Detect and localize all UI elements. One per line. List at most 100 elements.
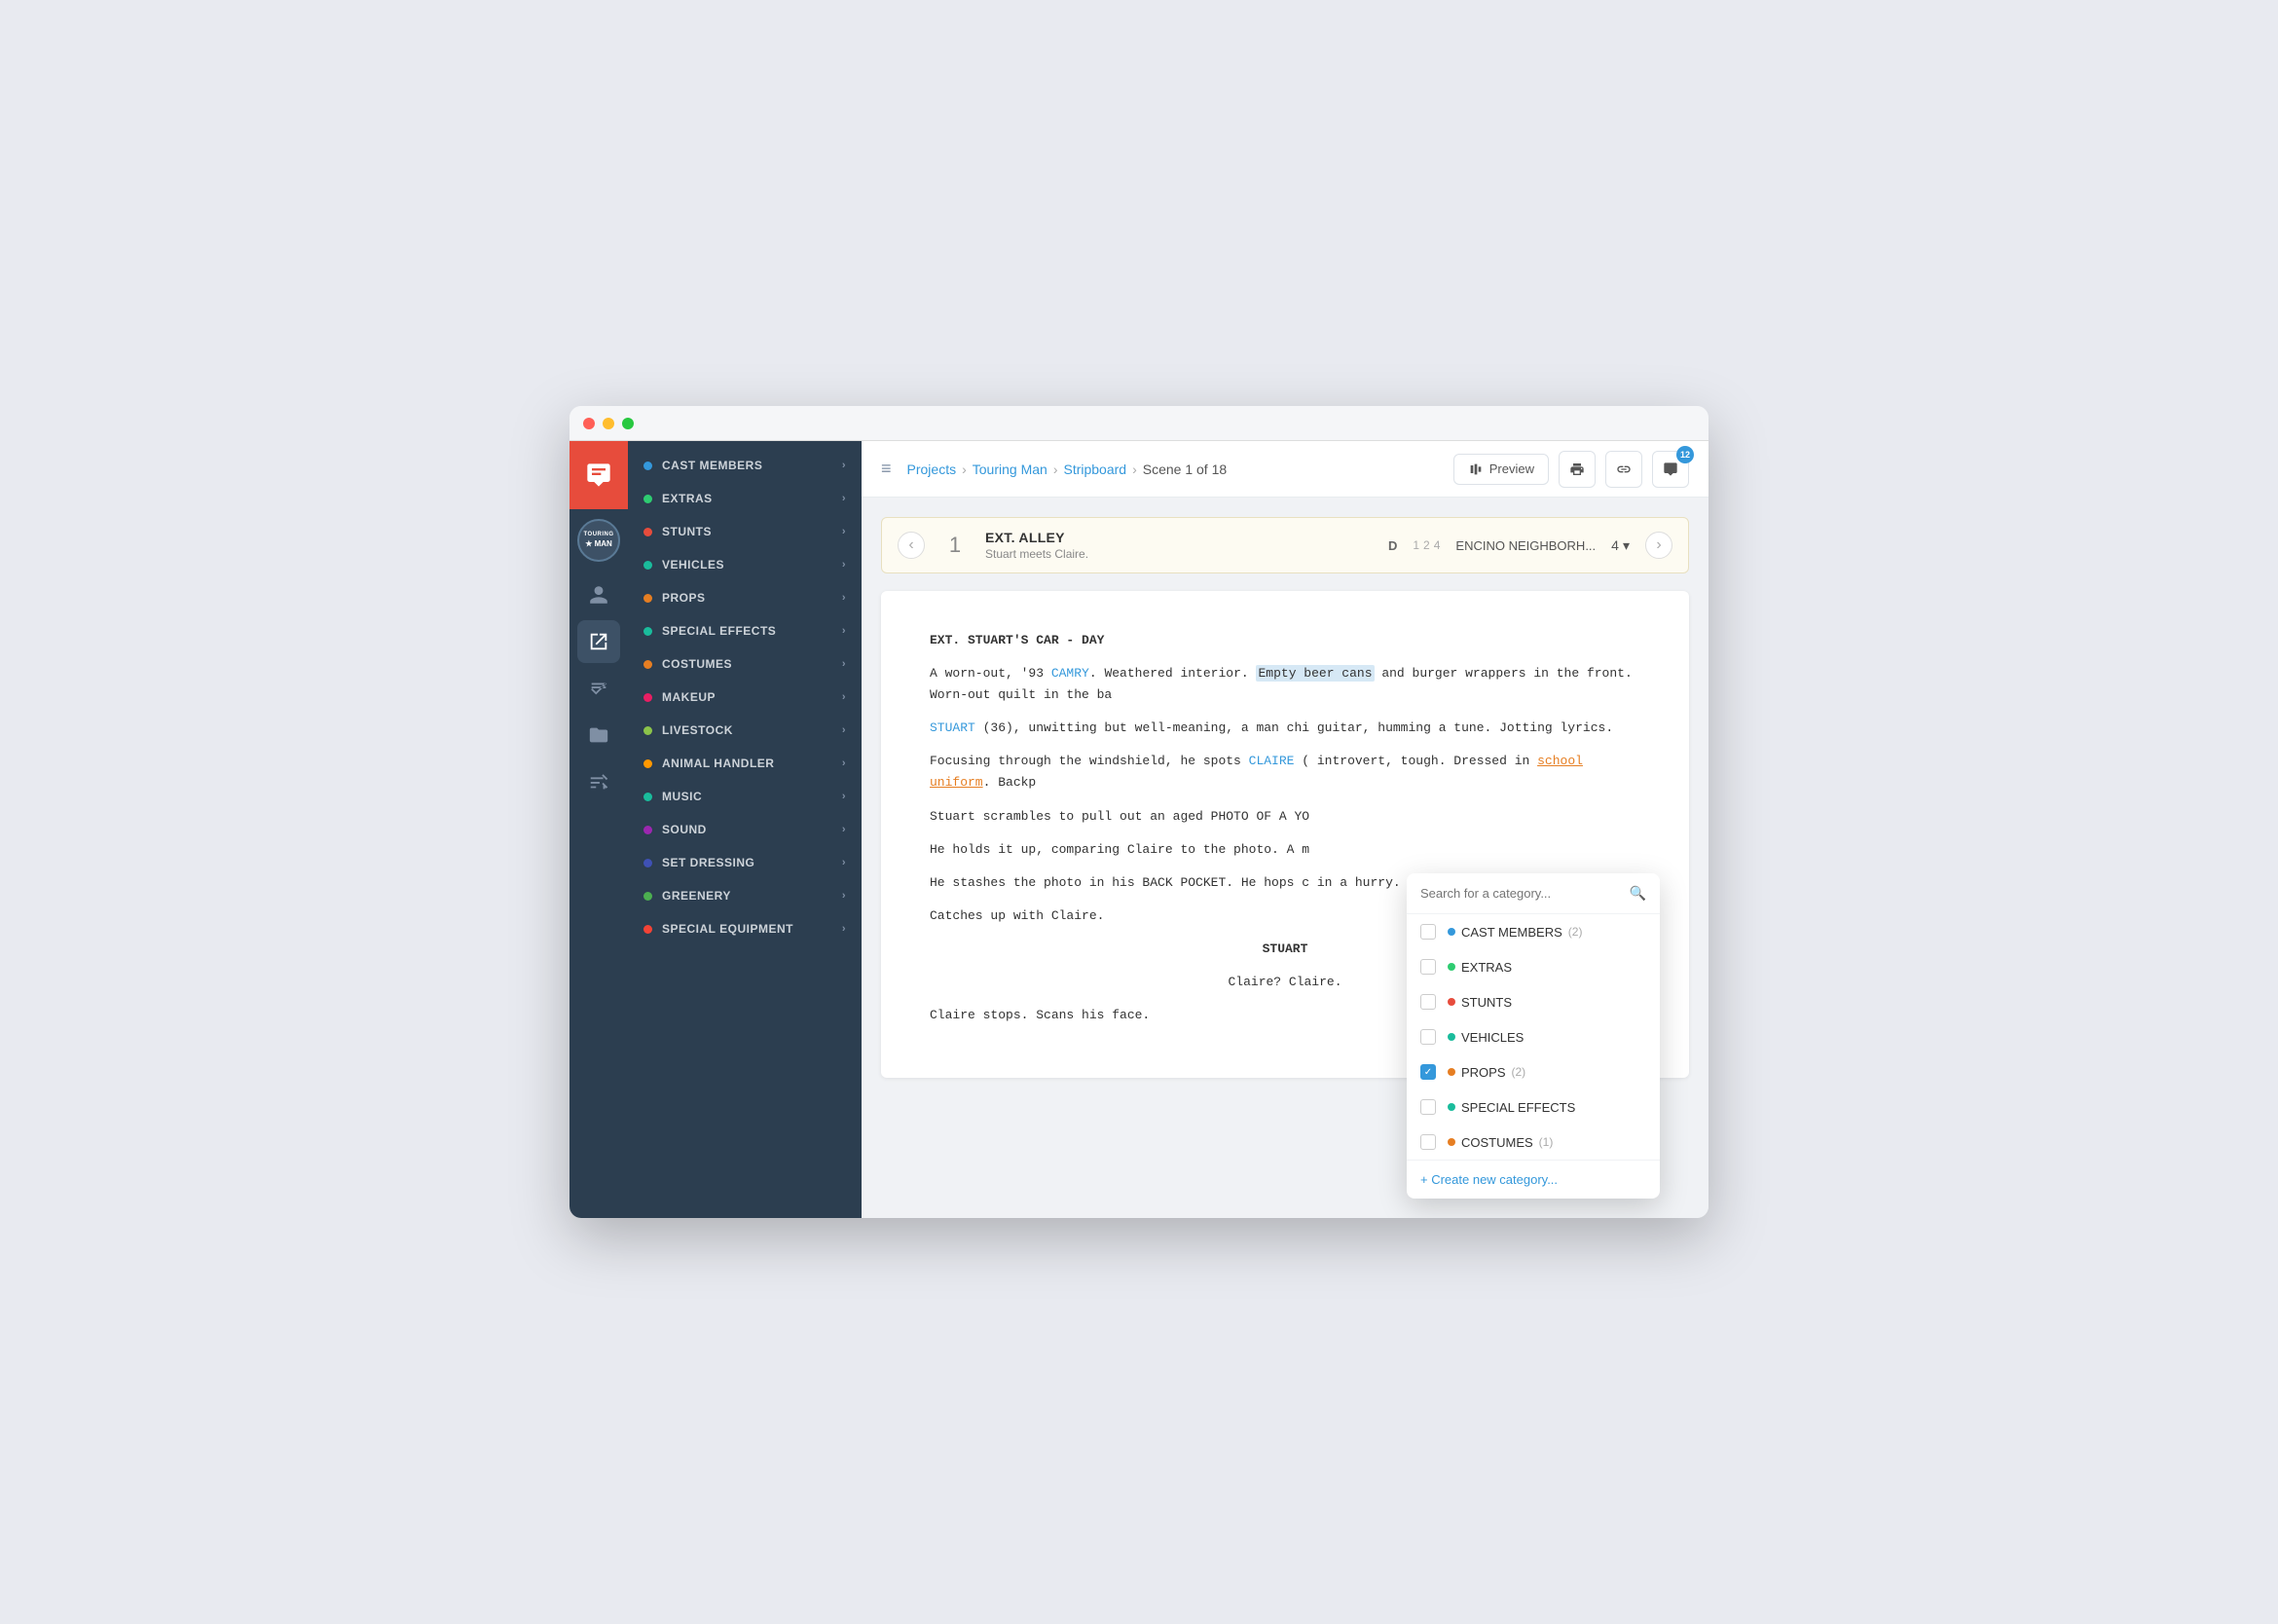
dropdown-item-props[interactable]: PROPS (2)	[1407, 1054, 1660, 1089]
stunts-label: STUNTS	[1448, 995, 1512, 1010]
scene-duration[interactable]: 4 ▾	[1611, 537, 1630, 554]
chevron-right-icon: ›	[842, 691, 846, 703]
dropdown-item-special-effects[interactable]: SPECIAL EFFECTS	[1407, 1089, 1660, 1125]
project-badge[interactable]: TOURING ★ MAN	[577, 519, 620, 562]
extras-checkbox[interactable]	[1420, 959, 1436, 975]
breadcrumb-sep2: ›	[1053, 461, 1058, 477]
props-checkbox[interactable]	[1420, 1064, 1436, 1080]
cast-members-color-dot	[1448, 928, 1455, 936]
category-item-vehicles[interactable]: VEHICLES ›	[628, 548, 862, 581]
header-right: Preview 12	[1453, 451, 1689, 488]
header-left: ≡ Projects › Touring Man › Stripboard › …	[881, 459, 1227, 479]
dropdown-item-cast-members[interactable]: CAST MEMBERS (2)	[1407, 914, 1660, 949]
scene-day: D	[1388, 538, 1397, 553]
makeup-dot	[643, 693, 652, 702]
vehicles-checkbox[interactable]	[1420, 1029, 1436, 1045]
category-item-music[interactable]: MUSIC ›	[628, 780, 862, 813]
create-category-button[interactable]: + Create new category...	[1407, 1160, 1660, 1199]
preview-icon	[1468, 461, 1484, 477]
script-para-4: Stuart scrambles to pull out an aged PHO…	[930, 806, 1640, 828]
nav-settings-icon[interactable]	[577, 760, 620, 803]
main-content: ≡ Projects › Touring Man › Stripboard › …	[862, 441, 1708, 1218]
props-dot	[643, 594, 652, 603]
category-item-greenery[interactable]: GREENERY ›	[628, 879, 862, 912]
category-item-sound[interactable]: SOUND ›	[628, 813, 862, 846]
chevron-right-icon: ›	[842, 724, 846, 736]
cast-members-checkbox[interactable]	[1420, 924, 1436, 940]
scene-number: 1	[940, 533, 970, 558]
dropdown-item-costumes[interactable]: COSTUMES (1)	[1407, 1125, 1660, 1160]
props-color-dot	[1448, 1068, 1455, 1076]
breadcrumb-projects[interactable]: Projects	[907, 461, 957, 477]
close-button[interactable]	[583, 418, 595, 429]
search-icon: 🔍	[1630, 885, 1646, 902]
link-button[interactable]	[1605, 451, 1642, 488]
scene-next-button[interactable]: ›	[1645, 532, 1672, 559]
script-heading: EXT. STUART'S CAR - DAY	[930, 630, 1640, 651]
chevron-right-icon: ›	[842, 757, 846, 769]
category-item-set-dressing[interactable]: SET DRESSING ›	[628, 846, 862, 879]
camry-link[interactable]: CAMRY	[1051, 666, 1089, 681]
category-item-extras[interactable]: EXTRAS ›	[628, 482, 862, 515]
script-para-5: He holds it up, comparing Claire to the …	[930, 839, 1640, 861]
app-header: ≡ Projects › Touring Man › Stripboard › …	[862, 441, 1708, 498]
stuart-link[interactable]: STUART	[930, 720, 975, 735]
app-window: TOURING ★ MAN	[570, 406, 1708, 1218]
dropdown-item-vehicles[interactable]: VEHICLES	[1407, 1019, 1660, 1054]
breadcrumb-project[interactable]: Touring Man	[973, 461, 1047, 477]
costumes-checkbox[interactable]	[1420, 1134, 1436, 1150]
comments-button[interactable]: 12	[1652, 451, 1689, 488]
nav-folder-icon[interactable]	[577, 714, 620, 757]
hamburger-button[interactable]: ≡	[881, 459, 892, 479]
scene-prev-button[interactable]: ‹	[898, 532, 925, 559]
minimize-button[interactable]	[603, 418, 614, 429]
dropdown-item-stunts[interactable]: STUNTS	[1407, 984, 1660, 1019]
chevron-right-icon: ›	[842, 923, 846, 935]
special-effects-dot	[643, 627, 652, 636]
vehicles-dot	[643, 561, 652, 570]
comment-icon	[1663, 461, 1678, 477]
breadcrumb-sep3: ›	[1132, 461, 1137, 477]
cast-members-label: CAST MEMBERS (2)	[1448, 925, 1582, 940]
category-item-special-equipment[interactable]: SPECIAL EQUIPMENT ›	[628, 912, 862, 945]
nav-grid-icon[interactable]	[577, 620, 620, 663]
livestock-dot	[643, 726, 652, 735]
chevron-right-icon: ›	[842, 493, 846, 504]
dropdown-item-extras[interactable]: EXTRAS	[1407, 949, 1660, 984]
chevron-right-icon: ›	[842, 791, 846, 802]
vehicles-label: VEHICLES	[1448, 1030, 1524, 1045]
greenery-dot	[643, 892, 652, 901]
chevron-right-icon: ›	[842, 890, 846, 902]
breadcrumb-section[interactable]: Stripboard	[1063, 461, 1126, 477]
scene-info: EXT. ALLEY Stuart meets Claire.	[985, 530, 1373, 561]
category-item-makeup[interactable]: MAKEUP ›	[628, 681, 862, 714]
category-item-special-effects[interactable]: SPECIAL EFFECTS ›	[628, 614, 862, 647]
nav-people-icon[interactable]	[577, 573, 620, 616]
chevron-right-icon: ›	[842, 559, 846, 571]
category-item-stunts[interactable]: STUNTS ›	[628, 515, 862, 548]
nav-tasks-icon[interactable]	[577, 667, 620, 710]
animal-handler-dot	[643, 759, 652, 768]
category-item-animal-handler[interactable]: ANIMAL HANDLER ›	[628, 747, 862, 780]
category-item-livestock[interactable]: LIVESTOCK ›	[628, 714, 862, 747]
category-item-cast-members[interactable]: CAST MEMBERS ›	[628, 449, 862, 482]
category-item-costumes[interactable]: COSTUMES ›	[628, 647, 862, 681]
preview-button[interactable]: Preview	[1453, 454, 1549, 485]
special-equipment-dot	[643, 925, 652, 934]
props-label: PROPS (2)	[1448, 1065, 1525, 1080]
claire-link[interactable]: CLAIRE	[1249, 754, 1295, 768]
vehicles-color-dot	[1448, 1033, 1455, 1041]
category-search-input[interactable]	[1420, 886, 1622, 901]
costumes-color-dot	[1448, 1138, 1455, 1146]
category-sidebar: CAST MEMBERS › EXTRAS › STUNTS ›	[628, 441, 862, 1218]
extras-color-dot	[1448, 963, 1455, 971]
special-effects-checkbox[interactable]	[1420, 1099, 1436, 1115]
chevron-right-icon: ›	[842, 658, 846, 670]
app-logo	[570, 441, 628, 509]
print-button[interactable]	[1559, 451, 1596, 488]
maximize-button[interactable]	[622, 418, 634, 429]
stunts-checkbox[interactable]	[1420, 994, 1436, 1010]
category-item-props[interactable]: PROPS ›	[628, 581, 862, 614]
chevron-right-icon: ›	[842, 824, 846, 835]
title-bar	[570, 406, 1708, 441]
